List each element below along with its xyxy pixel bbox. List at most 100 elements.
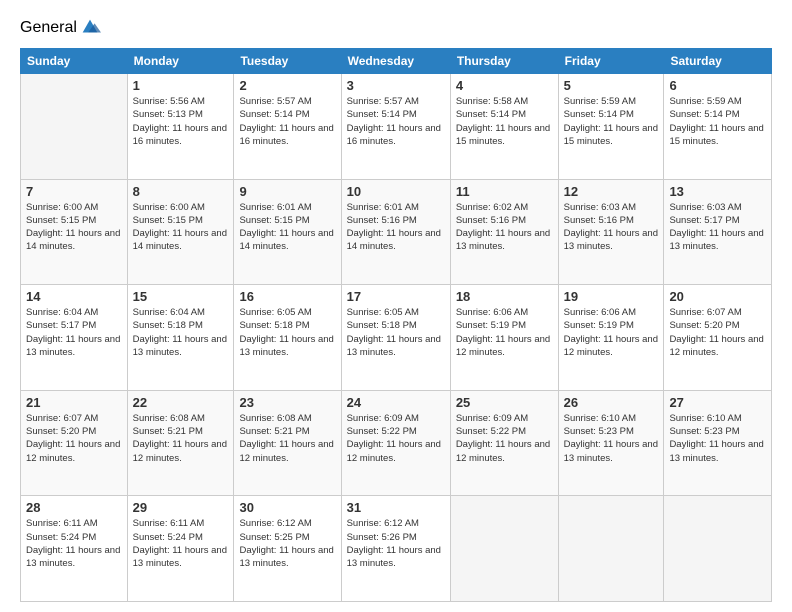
day-number: 30	[239, 500, 335, 515]
day-number: 10	[347, 184, 445, 199]
day-number: 3	[347, 78, 445, 93]
logo: General	[20, 18, 101, 38]
day-number: 4	[456, 78, 553, 93]
header: General	[20, 18, 772, 38]
day-number: 6	[669, 78, 766, 93]
day-info: Sunrise: 6:11 AM Sunset: 5:24 PM Dayligh…	[133, 517, 229, 570]
day-number: 9	[239, 184, 335, 199]
day-cell: 20Sunrise: 6:07 AM Sunset: 5:20 PM Dayli…	[664, 285, 772, 391]
day-info: Sunrise: 5:57 AM Sunset: 5:14 PM Dayligh…	[239, 95, 335, 148]
day-cell: 30 Sunrise: 6:12 AM Sunset: 5:25 PM Dayli…	[234, 496, 341, 602]
day-cell: 18Sunrise: 6:06 AM Sunset: 5:19 PM Dayli…	[450, 285, 558, 391]
calendar-page: General SundayMondayTuesdayWednesdayThur…	[0, 0, 792, 612]
header-row: SundayMondayTuesdayWednesdayThursdayFrid…	[21, 49, 772, 74]
day-number: 31	[347, 500, 445, 515]
day-cell: 12Sunrise: 6:03 AM Sunset: 5:16 PM Dayli…	[558, 179, 664, 285]
day-cell: 5 Sunrise: 5:59 AM Sunset: 5:14 PM Daylig…	[558, 74, 664, 180]
day-info: Sunrise: 6:00 AM Sunset: 5:15 PM Dayligh…	[26, 201, 122, 254]
day-info: Sunrise: 6:12 AM Sunset: 5:26 PM Dayligh…	[347, 517, 445, 570]
day-info: Sunrise: 6:01 AM Sunset: 5:16 PM Dayligh…	[347, 201, 445, 254]
header-cell-thursday: Thursday	[450, 49, 558, 74]
day-cell	[21, 74, 128, 180]
day-cell: 2 Sunrise: 5:57 AM Sunset: 5:14 PM Daylig…	[234, 74, 341, 180]
day-cell: 16 Sunrise: 6:05 AM Sunset: 5:18 PM Dayli…	[234, 285, 341, 391]
day-number: 29	[133, 500, 229, 515]
day-cell: 23 Sunrise: 6:08 AM Sunset: 5:21 PM Dayli…	[234, 390, 341, 496]
header-cell-monday: Monday	[127, 49, 234, 74]
header-cell-saturday: Saturday	[664, 49, 772, 74]
day-number: 26	[564, 395, 659, 410]
day-number: 23	[239, 395, 335, 410]
week-row-1: 7 Sunrise: 6:00 AM Sunset: 5:15 PM Daylig…	[21, 179, 772, 285]
header-cell-friday: Friday	[558, 49, 664, 74]
day-cell	[450, 496, 558, 602]
day-cell: 29 Sunrise: 6:11 AM Sunset: 5:24 PM Dayli…	[127, 496, 234, 602]
day-cell: 17Sunrise: 6:05 AM Sunset: 5:18 PM Dayli…	[341, 285, 450, 391]
day-cell: 13 Sunrise: 6:03 AM Sunset: 5:17 PM Dayli…	[664, 179, 772, 285]
day-cell: 7 Sunrise: 6:00 AM Sunset: 5:15 PM Daylig…	[21, 179, 128, 285]
logo-text: General	[20, 19, 77, 37]
header-cell-sunday: Sunday	[21, 49, 128, 74]
day-info: Sunrise: 6:09 AM Sunset: 5:22 PM Dayligh…	[456, 412, 553, 465]
day-number: 11	[456, 184, 553, 199]
day-cell: 10 Sunrise: 6:01 AM Sunset: 5:16 PM Dayli…	[341, 179, 450, 285]
day-cell: 19Sunrise: 6:06 AM Sunset: 5:19 PM Dayli…	[558, 285, 664, 391]
day-number: 16	[239, 289, 335, 304]
day-cell: 24 Sunrise: 6:09 AM Sunset: 5:22 PM Dayli…	[341, 390, 450, 496]
calendar-table: SundayMondayTuesdayWednesdayThursdayFrid…	[20, 48, 772, 602]
day-info: Sunrise: 6:07 AM Sunset: 5:20 PM Dayligh…	[669, 306, 766, 359]
day-info: Sunrise: 6:08 AM Sunset: 5:21 PM Dayligh…	[239, 412, 335, 465]
day-info: Sunrise: 6:01 AM Sunset: 5:15 PM Dayligh…	[239, 201, 335, 254]
day-number: 7	[26, 184, 122, 199]
day-info: Sunrise: 6:09 AM Sunset: 5:22 PM Dayligh…	[347, 412, 445, 465]
day-cell: 15Sunrise: 6:04 AM Sunset: 5:18 PM Dayli…	[127, 285, 234, 391]
day-info: Sunrise: 6:08 AM Sunset: 5:21 PM Dayligh…	[133, 412, 229, 465]
day-number: 2	[239, 78, 335, 93]
day-number: 19	[564, 289, 659, 304]
day-cell: 11 Sunrise: 6:02 AM Sunset: 5:16 PM Dayli…	[450, 179, 558, 285]
day-info: Sunrise: 6:05 AM Sunset: 5:18 PM Dayligh…	[239, 306, 335, 359]
day-info: Sunrise: 6:07 AM Sunset: 5:20 PM Dayligh…	[26, 412, 122, 465]
day-number: 17	[347, 289, 445, 304]
day-number: 24	[347, 395, 445, 410]
week-row-2: 14 Sunrise: 6:04 AM Sunset: 5:17 PM Dayli…	[21, 285, 772, 391]
day-info: Sunrise: 5:57 AM Sunset: 5:14 PM Dayligh…	[347, 95, 445, 148]
day-info: Sunrise: 6:04 AM Sunset: 5:17 PM Dayligh…	[26, 306, 122, 359]
day-info: Sunrise: 6:10 AM Sunset: 5:23 PM Dayligh…	[669, 412, 766, 465]
day-cell: 3 Sunrise: 5:57 AM Sunset: 5:14 PM Daylig…	[341, 74, 450, 180]
day-info: Sunrise: 6:02 AM Sunset: 5:16 PM Dayligh…	[456, 201, 553, 254]
day-cell: 27 Sunrise: 6:10 AM Sunset: 5:23 PM Dayli…	[664, 390, 772, 496]
header-cell-tuesday: Tuesday	[234, 49, 341, 74]
day-number: 15	[133, 289, 229, 304]
logo-icon	[79, 16, 101, 38]
week-row-0: 1 Sunrise: 5:56 AM Sunset: 5:13 PM Daylig…	[21, 74, 772, 180]
day-info: Sunrise: 5:59 AM Sunset: 5:14 PM Dayligh…	[564, 95, 659, 148]
day-number: 27	[669, 395, 766, 410]
day-cell: 28Sunrise: 6:11 AM Sunset: 5:24 PM Dayli…	[21, 496, 128, 602]
day-cell: 25Sunrise: 6:09 AM Sunset: 5:22 PM Dayli…	[450, 390, 558, 496]
day-number: 13	[669, 184, 766, 199]
day-number: 14	[26, 289, 122, 304]
day-info: Sunrise: 6:00 AM Sunset: 5:15 PM Dayligh…	[133, 201, 229, 254]
day-cell: 14 Sunrise: 6:04 AM Sunset: 5:17 PM Dayli…	[21, 285, 128, 391]
day-number: 28	[26, 500, 122, 515]
day-info: Sunrise: 6:03 AM Sunset: 5:16 PM Dayligh…	[564, 201, 659, 254]
day-number: 8	[133, 184, 229, 199]
day-info: Sunrise: 5:59 AM Sunset: 5:14 PM Dayligh…	[669, 95, 766, 148]
day-number: 5	[564, 78, 659, 93]
day-number: 1	[133, 78, 229, 93]
day-number: 18	[456, 289, 553, 304]
week-row-3: 21 Sunrise: 6:07 AM Sunset: 5:20 PM Dayli…	[21, 390, 772, 496]
day-cell: 8 Sunrise: 6:00 AM Sunset: 5:15 PM Daylig…	[127, 179, 234, 285]
day-info: Sunrise: 5:56 AM Sunset: 5:13 PM Dayligh…	[133, 95, 229, 148]
day-info: Sunrise: 6:03 AM Sunset: 5:17 PM Dayligh…	[669, 201, 766, 254]
day-cell	[558, 496, 664, 602]
week-row-4: 28 Sunrise: 6:11 AM Sunset: 5:24 PM Dayli…	[21, 496, 772, 602]
logo-general: General	[20, 19, 77, 37]
day-number: 21	[26, 395, 122, 410]
day-info: Sunrise: 6:10 AM Sunset: 5:23 PM Dayligh…	[564, 412, 659, 465]
day-cell: 4Sunrise: 5:58 AM Sunset: 5:14 PM Daylig…	[450, 74, 558, 180]
day-info: Sunrise: 6:12 AM Sunset: 5:25 PM Dayligh…	[239, 517, 335, 570]
day-cell: 6 Sunrise: 5:59 AM Sunset: 5:14 PM Daylig…	[664, 74, 772, 180]
day-cell: 26 Sunrise: 6:10 AM Sunset: 5:23 PM Dayli…	[558, 390, 664, 496]
